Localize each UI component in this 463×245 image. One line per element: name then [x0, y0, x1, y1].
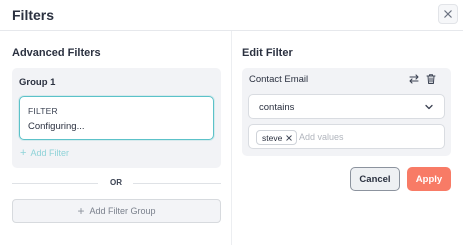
value-chip: steve	[256, 130, 298, 145]
or-divider-right	[133, 183, 221, 184]
close-button[interactable]	[438, 4, 458, 24]
panel-divider	[231, 31, 232, 245]
values-placeholder: Add values	[299, 132, 344, 142]
dialog-title: Filters	[12, 7, 55, 23]
plus-icon: +	[20, 146, 27, 159]
add-filter-label: Add Filter	[30, 148, 69, 158]
swap-icon[interactable]	[408, 73, 420, 85]
remove-chip-icon[interactable]	[286, 134, 293, 141]
edit-filter-title: Edit Filter	[242, 47, 293, 59]
add-filter-group-label: Add Filter Group	[89, 206, 156, 216]
cancel-button[interactable]: Cancel	[350, 167, 400, 191]
group-label: Group 1	[19, 77, 56, 88]
close-icon	[444, 10, 452, 18]
chevron-down-icon	[425, 104, 433, 110]
filter-status: Configuring...	[28, 121, 85, 132]
field-name: Contact Email	[249, 74, 309, 85]
add-filter-group-button[interactable]: + Add Filter Group	[12, 199, 221, 223]
filter-group: Group 1 FILTER Configuring... + Add Filt…	[12, 68, 221, 168]
values-input[interactable]: steve Add values	[248, 124, 445, 149]
or-divider-left	[12, 183, 98, 184]
trash-icon[interactable]	[425, 73, 437, 85]
or-label: OR	[110, 178, 122, 187]
apply-button[interactable]: Apply	[407, 167, 451, 191]
edit-filter-panel: Contact Email contains steve Add values	[242, 68, 451, 156]
advanced-filters-title: Advanced Filters	[12, 47, 101, 59]
plus-icon: +	[77, 204, 85, 218]
dialog-header: Filters	[0, 0, 463, 31]
add-filter-button[interactable]: + Add Filter	[20, 146, 69, 159]
filter-tag: FILTER	[28, 106, 58, 116]
value-chip-label: steve	[262, 132, 283, 143]
operator-select[interactable]: contains	[248, 94, 445, 119]
operator-value: contains	[259, 102, 295, 113]
filter-card[interactable]: FILTER Configuring...	[19, 96, 214, 140]
